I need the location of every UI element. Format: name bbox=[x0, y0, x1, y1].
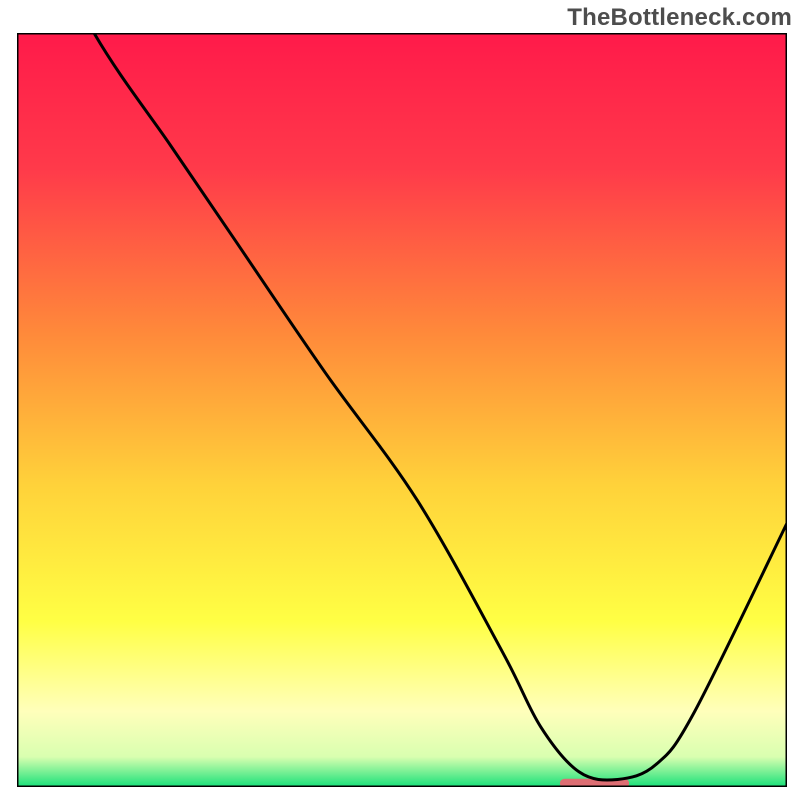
watermark-text: TheBottleneck.com bbox=[567, 4, 792, 32]
gradient-background bbox=[17, 33, 787, 787]
chart-container: TheBottleneck.com bbox=[0, 0, 800, 800]
chart-svg bbox=[17, 33, 787, 787]
plot-area bbox=[17, 33, 787, 787]
